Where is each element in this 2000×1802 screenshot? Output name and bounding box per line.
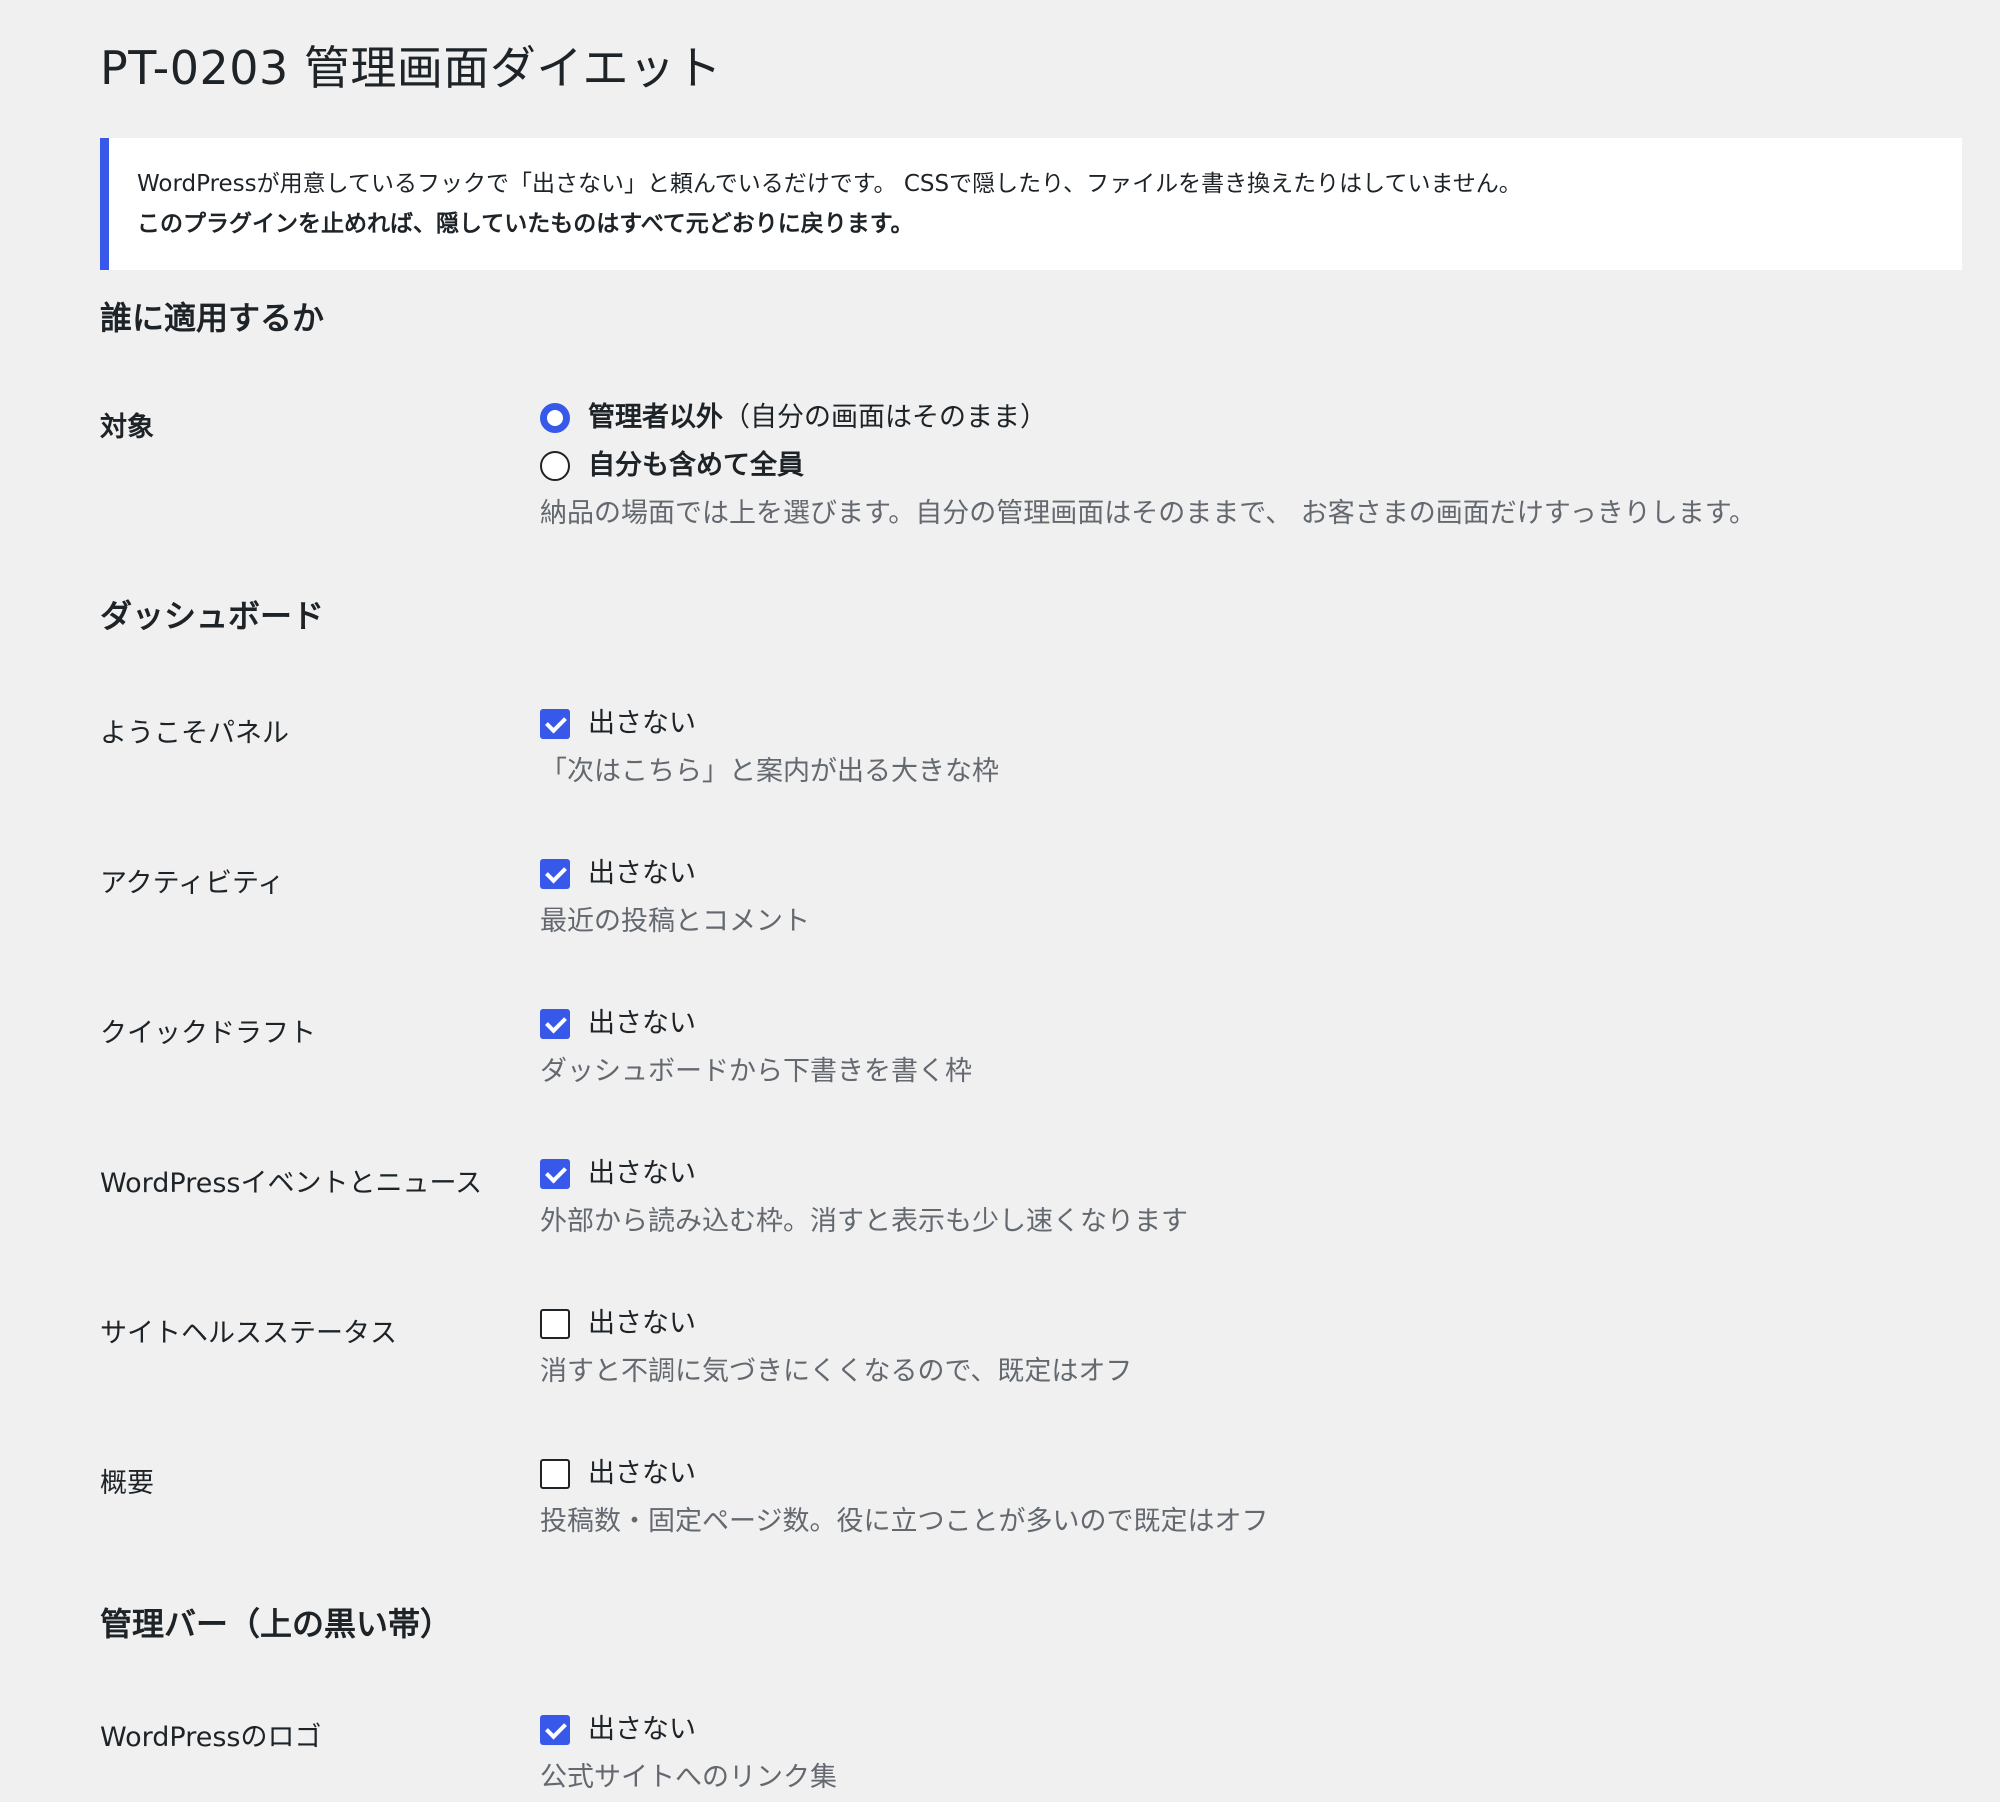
row-label-welcome-panel: ようこそパネル xyxy=(100,718,289,749)
section-title-who: 誰に適用するか xyxy=(100,299,325,337)
checkbox-label-quick-draft: 出さない xyxy=(588,1008,696,1039)
radio-suffix-non-admin: （自分の画面はそのまま） xyxy=(723,402,1047,433)
checkbox-label-events-news: 出さない xyxy=(588,1158,696,1189)
target-field: 管理者以外（自分の画面はそのまま） 自分も含めて全員 納品の場面では上を選びます… xyxy=(540,394,1756,538)
radio-label-non-admin: 管理者以外 xyxy=(588,402,723,433)
description-welcome-panel: 「次はこちら」と案内が出る大きな枠 xyxy=(540,756,999,787)
row-label-site-health: サイトヘルスステータス xyxy=(100,1318,397,1349)
checkbox-label-wp-logo: 出さない xyxy=(588,1714,696,1745)
checkbox-option-wp-logo[interactable]: 出さない xyxy=(540,1706,837,1754)
checkbox-activity[interactable] xyxy=(540,859,570,889)
checkbox-wp-logo[interactable] xyxy=(540,1715,570,1745)
checkbox-label-site-health: 出さない xyxy=(588,1308,696,1339)
radio-non-admin[interactable] xyxy=(540,403,570,433)
row-label-target: 対象 xyxy=(100,412,154,443)
checkbox-option-welcome-panel[interactable]: 出さない xyxy=(540,700,999,748)
description-quick-draft: ダッシュボードから下書きを書く枠 xyxy=(540,1056,972,1087)
row-label-events-news: WordPressイベントとニュース xyxy=(100,1168,483,1199)
checkbox-option-events-news[interactable]: 出さない xyxy=(540,1150,1188,1198)
description-wp-logo: 公式サイトへのリンク集 xyxy=(540,1762,837,1793)
radio-option-non-admin[interactable]: 管理者以外（自分の画面はそのまま） xyxy=(540,394,1756,442)
target-description: 納品の場面では上を選びます。自分の管理画面はそのままで、 お客さまの画面だけすっ… xyxy=(540,498,1757,529)
radio-everyone[interactable] xyxy=(540,451,570,481)
row-label-wp-logo: WordPressのロゴ xyxy=(100,1722,322,1753)
row-label-at-a-glance: 概要 xyxy=(100,1468,154,1499)
radio-label-everyone: 自分も含めて全員 xyxy=(588,450,804,481)
row-label-activity: アクティビティ xyxy=(100,868,285,899)
checkbox-quick-draft[interactable] xyxy=(540,1009,570,1039)
page-title: PT-0203 管理画面ダイエット xyxy=(100,41,722,95)
checkbox-welcome-panel[interactable] xyxy=(540,709,570,739)
settings-page: PT-0203 管理画面ダイエット WordPressが用意しているフックで「出… xyxy=(100,0,1962,1793)
checkbox-label-activity: 出さない xyxy=(588,858,696,889)
description-activity: 最近の投稿とコメント xyxy=(540,906,810,937)
checkbox-option-at-a-glance[interactable]: 出さない xyxy=(540,1450,1268,1498)
checkbox-option-activity[interactable]: 出さない xyxy=(540,850,810,898)
description-events-news: 外部から読み込む枠。消すと表示も少し速くなります xyxy=(540,1206,1188,1237)
checkbox-label-welcome-panel: 出さない xyxy=(588,708,696,739)
notice-line-1: WordPressが用意しているフックで「出さない」と頼んでいるだけです。 CS… xyxy=(137,171,1522,197)
checkbox-site-health[interactable] xyxy=(540,1309,570,1339)
info-notice: WordPressが用意しているフックで「出さない」と頼んでいるだけです。 CS… xyxy=(100,138,1962,270)
section-title-dashboard: ダッシュボード xyxy=(100,597,325,635)
checkbox-label-at-a-glance: 出さない xyxy=(588,1458,696,1489)
description-site-health: 消すと不調に気づきにくくなるので、既定はオフ xyxy=(540,1356,1133,1387)
section-title-admin-bar: 管理バー（上の黒い帯） xyxy=(100,1605,453,1643)
checkbox-option-quick-draft[interactable]: 出さない xyxy=(540,1000,972,1048)
checkbox-option-site-health[interactable]: 出さない xyxy=(540,1300,1132,1348)
notice-line-2: このプラグインを止めれば、隠していたものはすべて元どおりに戻ります。 xyxy=(137,211,914,237)
checkbox-events-news[interactable] xyxy=(540,1159,570,1189)
description-at-a-glance: 投稿数・固定ページ数。役に立つことが多いので既定はオフ xyxy=(540,1506,1269,1537)
radio-option-everyone[interactable]: 自分も含めて全員 xyxy=(540,442,1756,490)
checkbox-at-a-glance[interactable] xyxy=(540,1459,570,1489)
row-label-quick-draft: クイックドラフト xyxy=(100,1018,316,1049)
